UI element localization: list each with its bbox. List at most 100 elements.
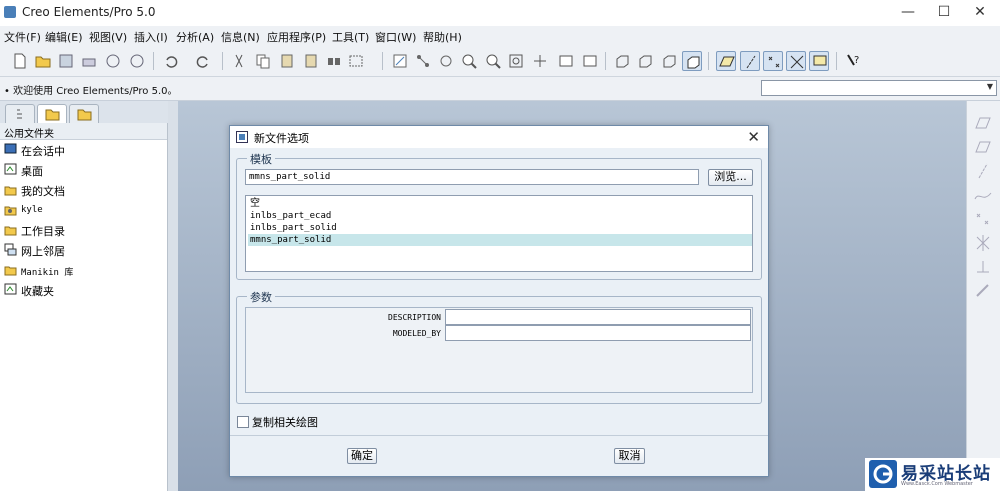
feature-toolbar <box>966 101 1000 491</box>
dialog-title: 新文件选项 <box>254 132 309 145</box>
template-input[interactable]: mmns_part_solid <box>245 169 699 185</box>
watermark: 易采站长站 Www.Easck.Com Webmaster <box>865 458 1000 491</box>
template-item[interactable]: inlbs_part_solid <box>248 222 752 234</box>
paste-special-icon[interactable] <box>301 51 321 71</box>
template-item-selected[interactable]: mmns_part_solid <box>248 234 752 246</box>
new-file-options-dialog: 新文件选项 ✕ 模板 mmns_part_solid 浏览... 空 inlbs… <box>229 125 769 477</box>
window-title: Creo Elements/Pro 5.0 <box>22 5 156 19</box>
working-directory-icon <box>4 226 17 236</box>
undo-icon[interactable] <box>161 51 181 71</box>
dialog-close-button[interactable]: ✕ <box>747 128 760 146</box>
menu-file[interactable]: 文件(F) <box>4 29 41 45</box>
annotations-icon[interactable] <box>809 51 829 71</box>
sketch-tool-icon[interactable] <box>972 137 994 157</box>
datum-planes-icon[interactable] <box>716 51 736 71</box>
minimize-button[interactable]: — <box>888 2 928 22</box>
tab-folder-browser[interactable] <box>37 104 67 123</box>
tab-favorites[interactable] <box>69 104 99 123</box>
menu-insert[interactable]: 插入(I) <box>134 29 168 45</box>
print-icon[interactable] <box>79 51 99 71</box>
copy-drawing-label: 复制相关绘图 <box>252 416 318 429</box>
redo-icon[interactable] <box>193 51 213 71</box>
email-icon[interactable] <box>103 51 123 71</box>
my-documents-icon <box>4 186 17 196</box>
find-icon[interactable] <box>324 51 344 71</box>
navigator-tabs <box>0 101 175 123</box>
datum-tools-icon[interactable] <box>972 281 994 301</box>
ok-button[interactable]: 确定 <box>347 448 377 464</box>
coordinate-system-tool-icon[interactable] <box>972 233 994 253</box>
layers-icon[interactable] <box>580 51 600 71</box>
menu-help[interactable]: 帮助(H) <box>423 29 462 45</box>
param-label-modeled-by: MODELED_BY <box>392 329 441 338</box>
maximize-button[interactable]: ☐ <box>924 2 964 22</box>
copy-drawing-checkbox[interactable] <box>237 416 249 428</box>
refit-icon[interactable] <box>506 51 526 71</box>
copy-icon[interactable] <box>253 51 273 71</box>
toolbar-separator <box>836 52 837 70</box>
message-bar: • 欢迎使用 Creo Elements/Pro 5.0。 ▼ <box>0 77 1000 101</box>
hidden-line-icon[interactable] <box>635 51 655 71</box>
menu-applications[interactable]: 应用程序(P) <box>267 29 326 45</box>
smart-filter-dropdown[interactable]: ▼ <box>761 80 997 96</box>
analysis-tool-icon[interactable] <box>972 257 994 277</box>
menu-view[interactable]: 视图(V) <box>89 29 127 45</box>
menu-window[interactable]: 窗口(W) <box>375 29 416 45</box>
modeled-by-field[interactable] <box>445 325 751 341</box>
main-toolbar: ? <box>0 46 1000 77</box>
parameters-table: DESCRIPTION MODELED_BY <box>245 307 753 393</box>
model-tree-icon[interactable] <box>413 51 433 71</box>
selection-box-icon[interactable] <box>346 51 366 71</box>
repaint-icon[interactable] <box>436 51 456 71</box>
datum-points-icon[interactable] <box>763 51 783 71</box>
template-item-empty[interactable]: 空 <box>248 198 752 210</box>
close-window-button[interactable]: ✕ <box>960 2 1000 22</box>
zoom-out-icon[interactable] <box>483 51 503 71</box>
no-hidden-icon[interactable] <box>659 51 679 71</box>
template-list[interactable]: 空 inlbs_part_ecad inlbs_part_solid mmns_… <box>245 195 753 272</box>
context-help-icon[interactable]: ? <box>843 51 863 71</box>
new-file-icon[interactable] <box>10 51 30 71</box>
browse-button[interactable]: 浏览... <box>708 169 753 186</box>
template-item[interactable]: inlbs_part_ecad <box>248 210 752 222</box>
navigator-header: 公用文件夹 <box>0 123 167 140</box>
wireframe-icon[interactable] <box>612 51 632 71</box>
orient-icon[interactable] <box>530 51 550 71</box>
session-icon <box>4 143 17 154</box>
nav-item-label: Manikin 库 <box>21 268 74 278</box>
datum-point-tool-icon[interactable] <box>972 209 994 229</box>
navigator-splitter[interactable] <box>168 101 178 491</box>
menu-bar: 文件(F) 编辑(E) 视图(V) 插入(I) 分析(A) 信息(N) 应用程序… <box>0 26 1000 46</box>
datum-axis-tool-icon[interactable] <box>972 161 994 181</box>
regenerate-icon[interactable] <box>390 51 410 71</box>
user-folder-icon <box>4 206 17 216</box>
desktop-icon <box>4 163 17 175</box>
description-field[interactable] <box>445 309 751 325</box>
navigator-panel: 公用文件夹 在会话中 桌面 我的文档 kyle 工作目录 网上邻居 Maniki… <box>0 123 168 491</box>
dialog-footer: 确定 取消 <box>230 435 768 477</box>
datum-curve-tool-icon[interactable] <box>972 185 994 205</box>
cancel-button[interactable]: 取消 <box>614 448 645 464</box>
save-icon[interactable] <box>56 51 76 71</box>
saved-views-icon[interactable] <box>556 51 576 71</box>
tab-model-tree[interactable] <box>5 104 35 123</box>
email-link-icon[interactable] <box>127 51 147 71</box>
nav-item-label: 网上邻居 <box>21 245 65 258</box>
watermark-logo-icon <box>869 460 897 488</box>
menu-tools[interactable]: 工具(T) <box>332 29 369 45</box>
datum-plane-tool-icon[interactable] <box>972 113 994 133</box>
paste-icon[interactable] <box>277 51 297 71</box>
open-folder-icon[interactable] <box>33 51 53 71</box>
datum-axes-icon[interactable] <box>740 51 760 71</box>
menu-info[interactable]: 信息(N) <box>221 29 260 45</box>
app-icon <box>4 6 16 18</box>
zoom-in-icon[interactable] <box>459 51 479 71</box>
coordinate-systems-icon[interactable] <box>786 51 806 71</box>
shading-icon[interactable] <box>682 51 702 71</box>
parameters-group-label: 参数 <box>247 289 275 305</box>
menu-analysis[interactable]: 分析(A) <box>176 29 214 45</box>
nav-item-label: kyle <box>21 205 43 215</box>
nav-item-label: 工作目录 <box>21 225 65 238</box>
cut-icon[interactable] <box>229 51 249 71</box>
menu-edit[interactable]: 编辑(E) <box>45 29 83 45</box>
